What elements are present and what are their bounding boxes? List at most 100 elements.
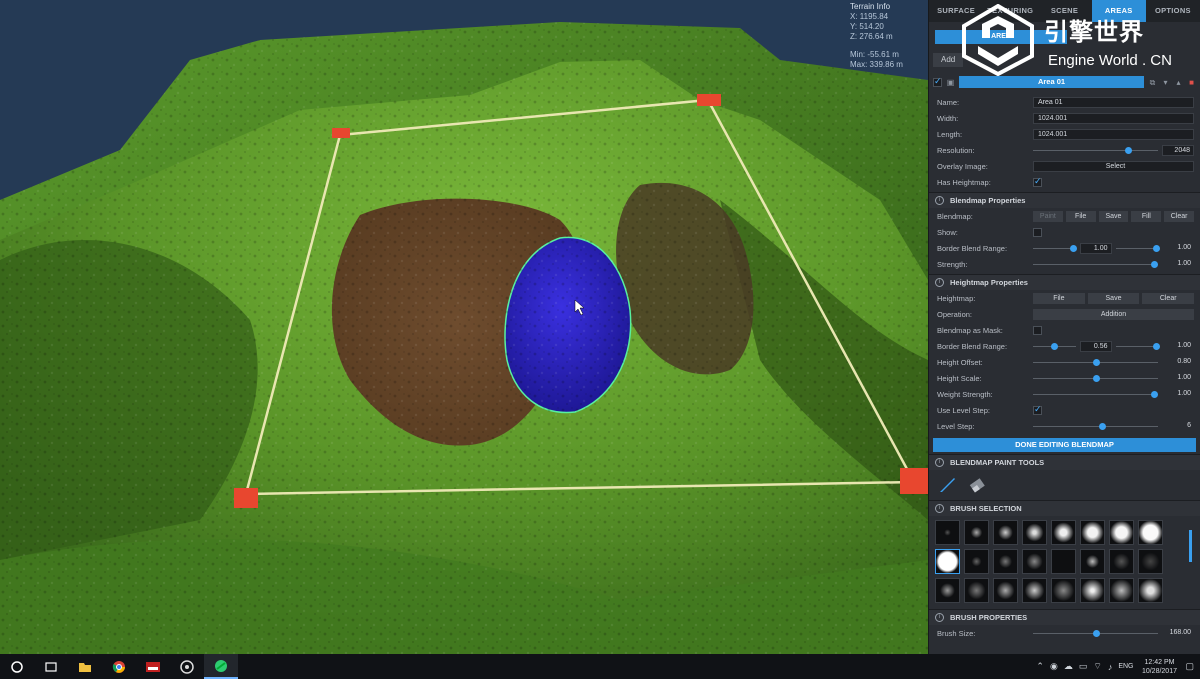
resolution-slider[interactable]: [1033, 145, 1158, 156]
chevron-up-icon[interactable]: ⌃: [1036, 661, 1044, 672]
blendmap-section-header[interactable]: i Blendmap Properties: [929, 192, 1200, 208]
media-app-icon[interactable]: [136, 654, 170, 679]
cloud-icon[interactable]: ☁: [1064, 661, 1073, 672]
use-level-step-checkbox[interactable]: [1033, 404, 1042, 415]
terrain-viewport[interactable]: Terrain Info X: 1195.84 Y: 514.20 Z: 276…: [0, 0, 928, 654]
brush-tool-icon[interactable]: [935, 474, 959, 496]
brush-item[interactable]: [1109, 578, 1134, 603]
brush-item[interactable]: [993, 520, 1018, 545]
battery-icon[interactable]: ▭: [1079, 661, 1088, 672]
brush-item[interactable]: [1109, 520, 1134, 545]
network-app-icon[interactable]: ◉: [1050, 661, 1058, 672]
volume-icon[interactable]: ♪: [1108, 662, 1113, 672]
height-border-slider-a[interactable]: [1033, 341, 1076, 352]
brush-item[interactable]: [1109, 549, 1134, 574]
blendmap-paint-button[interactable]: Paint: [1033, 210, 1063, 222]
show-checkbox[interactable]: [1033, 227, 1042, 237]
lock-icon[interactable]: ▣: [946, 78, 955, 87]
brush-item[interactable]: [1080, 520, 1105, 545]
brush-item[interactable]: [964, 578, 989, 603]
brush-item[interactable]: [1051, 549, 1076, 574]
blend-border-slider-a[interactable]: [1033, 243, 1078, 254]
terrain-info-max: Max: 339.86 m: [850, 60, 903, 69]
move-up-icon[interactable]: ▴: [1174, 78, 1183, 87]
brush-item[interactable]: [993, 549, 1018, 574]
brush-size-slider[interactable]: [1033, 628, 1158, 639]
heightmap-section-header[interactable]: i Heightmap Properties: [929, 274, 1200, 290]
heightmap-file-button[interactable]: File: [1033, 292, 1085, 304]
language-indicator[interactable]: ENG: [1118, 663, 1133, 670]
panel-scrollbar[interactable]: [1189, 530, 1192, 562]
prop-blendmap: Blendmap: Paint File Save Fill Clear: [929, 208, 1200, 224]
height-scale-value[interactable]: 1.00: [1162, 373, 1194, 384]
strength-slider[interactable]: [1033, 259, 1159, 270]
name-field[interactable]: Area 01: [1033, 96, 1194, 108]
brush-item[interactable]: [935, 520, 960, 545]
weight-strength-slider[interactable]: [1033, 389, 1159, 400]
terrain-render[interactable]: [0, 0, 928, 654]
height-offset-slider[interactable]: [1033, 357, 1158, 368]
brush-item[interactable]: [1051, 520, 1076, 545]
height-scale-slider[interactable]: [1033, 373, 1158, 384]
height-border-value-a[interactable]: 0.56: [1079, 340, 1112, 352]
area-visible-checkbox[interactable]: [933, 76, 942, 87]
strength-value[interactable]: 1.00: [1162, 259, 1194, 270]
file-explorer-icon[interactable]: [68, 654, 102, 679]
delete-icon[interactable]: ■: [1187, 78, 1196, 87]
resolution-value[interactable]: 2048: [1162, 144, 1194, 156]
brush-item[interactable]: [935, 578, 960, 603]
strength-label: Strength:: [937, 259, 968, 269]
brush-item[interactable]: [1051, 578, 1076, 603]
paint-tools-section-header[interactable]: i BLENDMAP PAINT TOOLS: [929, 454, 1200, 470]
chrome-icon[interactable]: [102, 654, 136, 679]
weight-strength-value[interactable]: 1.00: [1162, 389, 1194, 400]
terrain-app-icon[interactable]: [204, 654, 238, 679]
heightmap-save-button[interactable]: Save: [1087, 292, 1140, 304]
blendmap-save-button[interactable]: Save: [1098, 210, 1129, 222]
height-border-value-b[interactable]: 1.00: [1162, 341, 1194, 352]
brush-item[interactable]: [964, 520, 989, 545]
mask-checkbox[interactable]: [1033, 325, 1042, 335]
brush-item[interactable]: [1138, 520, 1163, 545]
notifications-icon[interactable]: ▢: [1185, 661, 1194, 672]
brush-properties-section-header[interactable]: i BRUSH PROPERTIES: [929, 609, 1200, 625]
eraser-tool-icon[interactable]: [965, 474, 989, 496]
brush-item[interactable]: [1022, 549, 1047, 574]
task-view-icon[interactable]: [34, 654, 68, 679]
has-heightmap-checkbox[interactable]: [1033, 176, 1042, 187]
duplicate-icon[interactable]: ⧉: [1148, 78, 1157, 87]
brush-item[interactable]: [1080, 549, 1105, 574]
blend-border-value-a[interactable]: 1.00: [1079, 242, 1112, 254]
operation-dropdown[interactable]: Addition: [1033, 308, 1194, 320]
blendmap-file-button[interactable]: File: [1065, 210, 1096, 222]
height-offset-value[interactable]: 0.80: [1162, 357, 1194, 368]
brush-item[interactable]: [1080, 578, 1105, 603]
height-border-slider-b[interactable]: [1115, 341, 1160, 352]
obs-icon[interactable]: [170, 654, 204, 679]
taskbar-clock[interactable]: 12:42 PM 10/28/2017: [1139, 658, 1179, 676]
heightmap-clear-button[interactable]: Clear: [1142, 292, 1195, 304]
brush-selection-section-header[interactable]: i BRUSH SELECTION: [929, 500, 1200, 516]
blendmap-clear-button[interactable]: Clear: [1164, 210, 1194, 222]
wifi-icon[interactable]: ⌔: [1093, 661, 1101, 672]
blendmap-fill-button[interactable]: Fill: [1131, 210, 1162, 222]
brush-item[interactable]: [1022, 578, 1047, 603]
level-step-slider[interactable]: [1033, 421, 1158, 432]
brush-item[interactable]: [993, 578, 1018, 603]
length-field[interactable]: 1024.001: [1033, 128, 1194, 140]
move-down-icon[interactable]: ▾: [1161, 78, 1170, 87]
brush-item[interactable]: [935, 549, 960, 574]
heightmap-section-title: Heightmap Properties: [950, 278, 1028, 287]
overlay-select-button[interactable]: Select: [1033, 160, 1194, 172]
brush-size-value[interactable]: 168.00: [1162, 628, 1194, 639]
level-step-value[interactable]: 6: [1162, 421, 1194, 432]
blend-border-slider-b[interactable]: [1115, 243, 1160, 254]
start-circle-icon[interactable]: [0, 654, 34, 679]
brush-item[interactable]: [1138, 578, 1163, 603]
blend-border-value-b[interactable]: 1.00: [1162, 243, 1194, 254]
width-field[interactable]: 1024.001: [1033, 112, 1194, 124]
done-editing-blendmap-button[interactable]: DONE EDITING BLENDMAP: [933, 438, 1196, 452]
brush-item[interactable]: [1138, 549, 1163, 574]
brush-item[interactable]: [964, 549, 989, 574]
brush-item[interactable]: [1022, 520, 1047, 545]
